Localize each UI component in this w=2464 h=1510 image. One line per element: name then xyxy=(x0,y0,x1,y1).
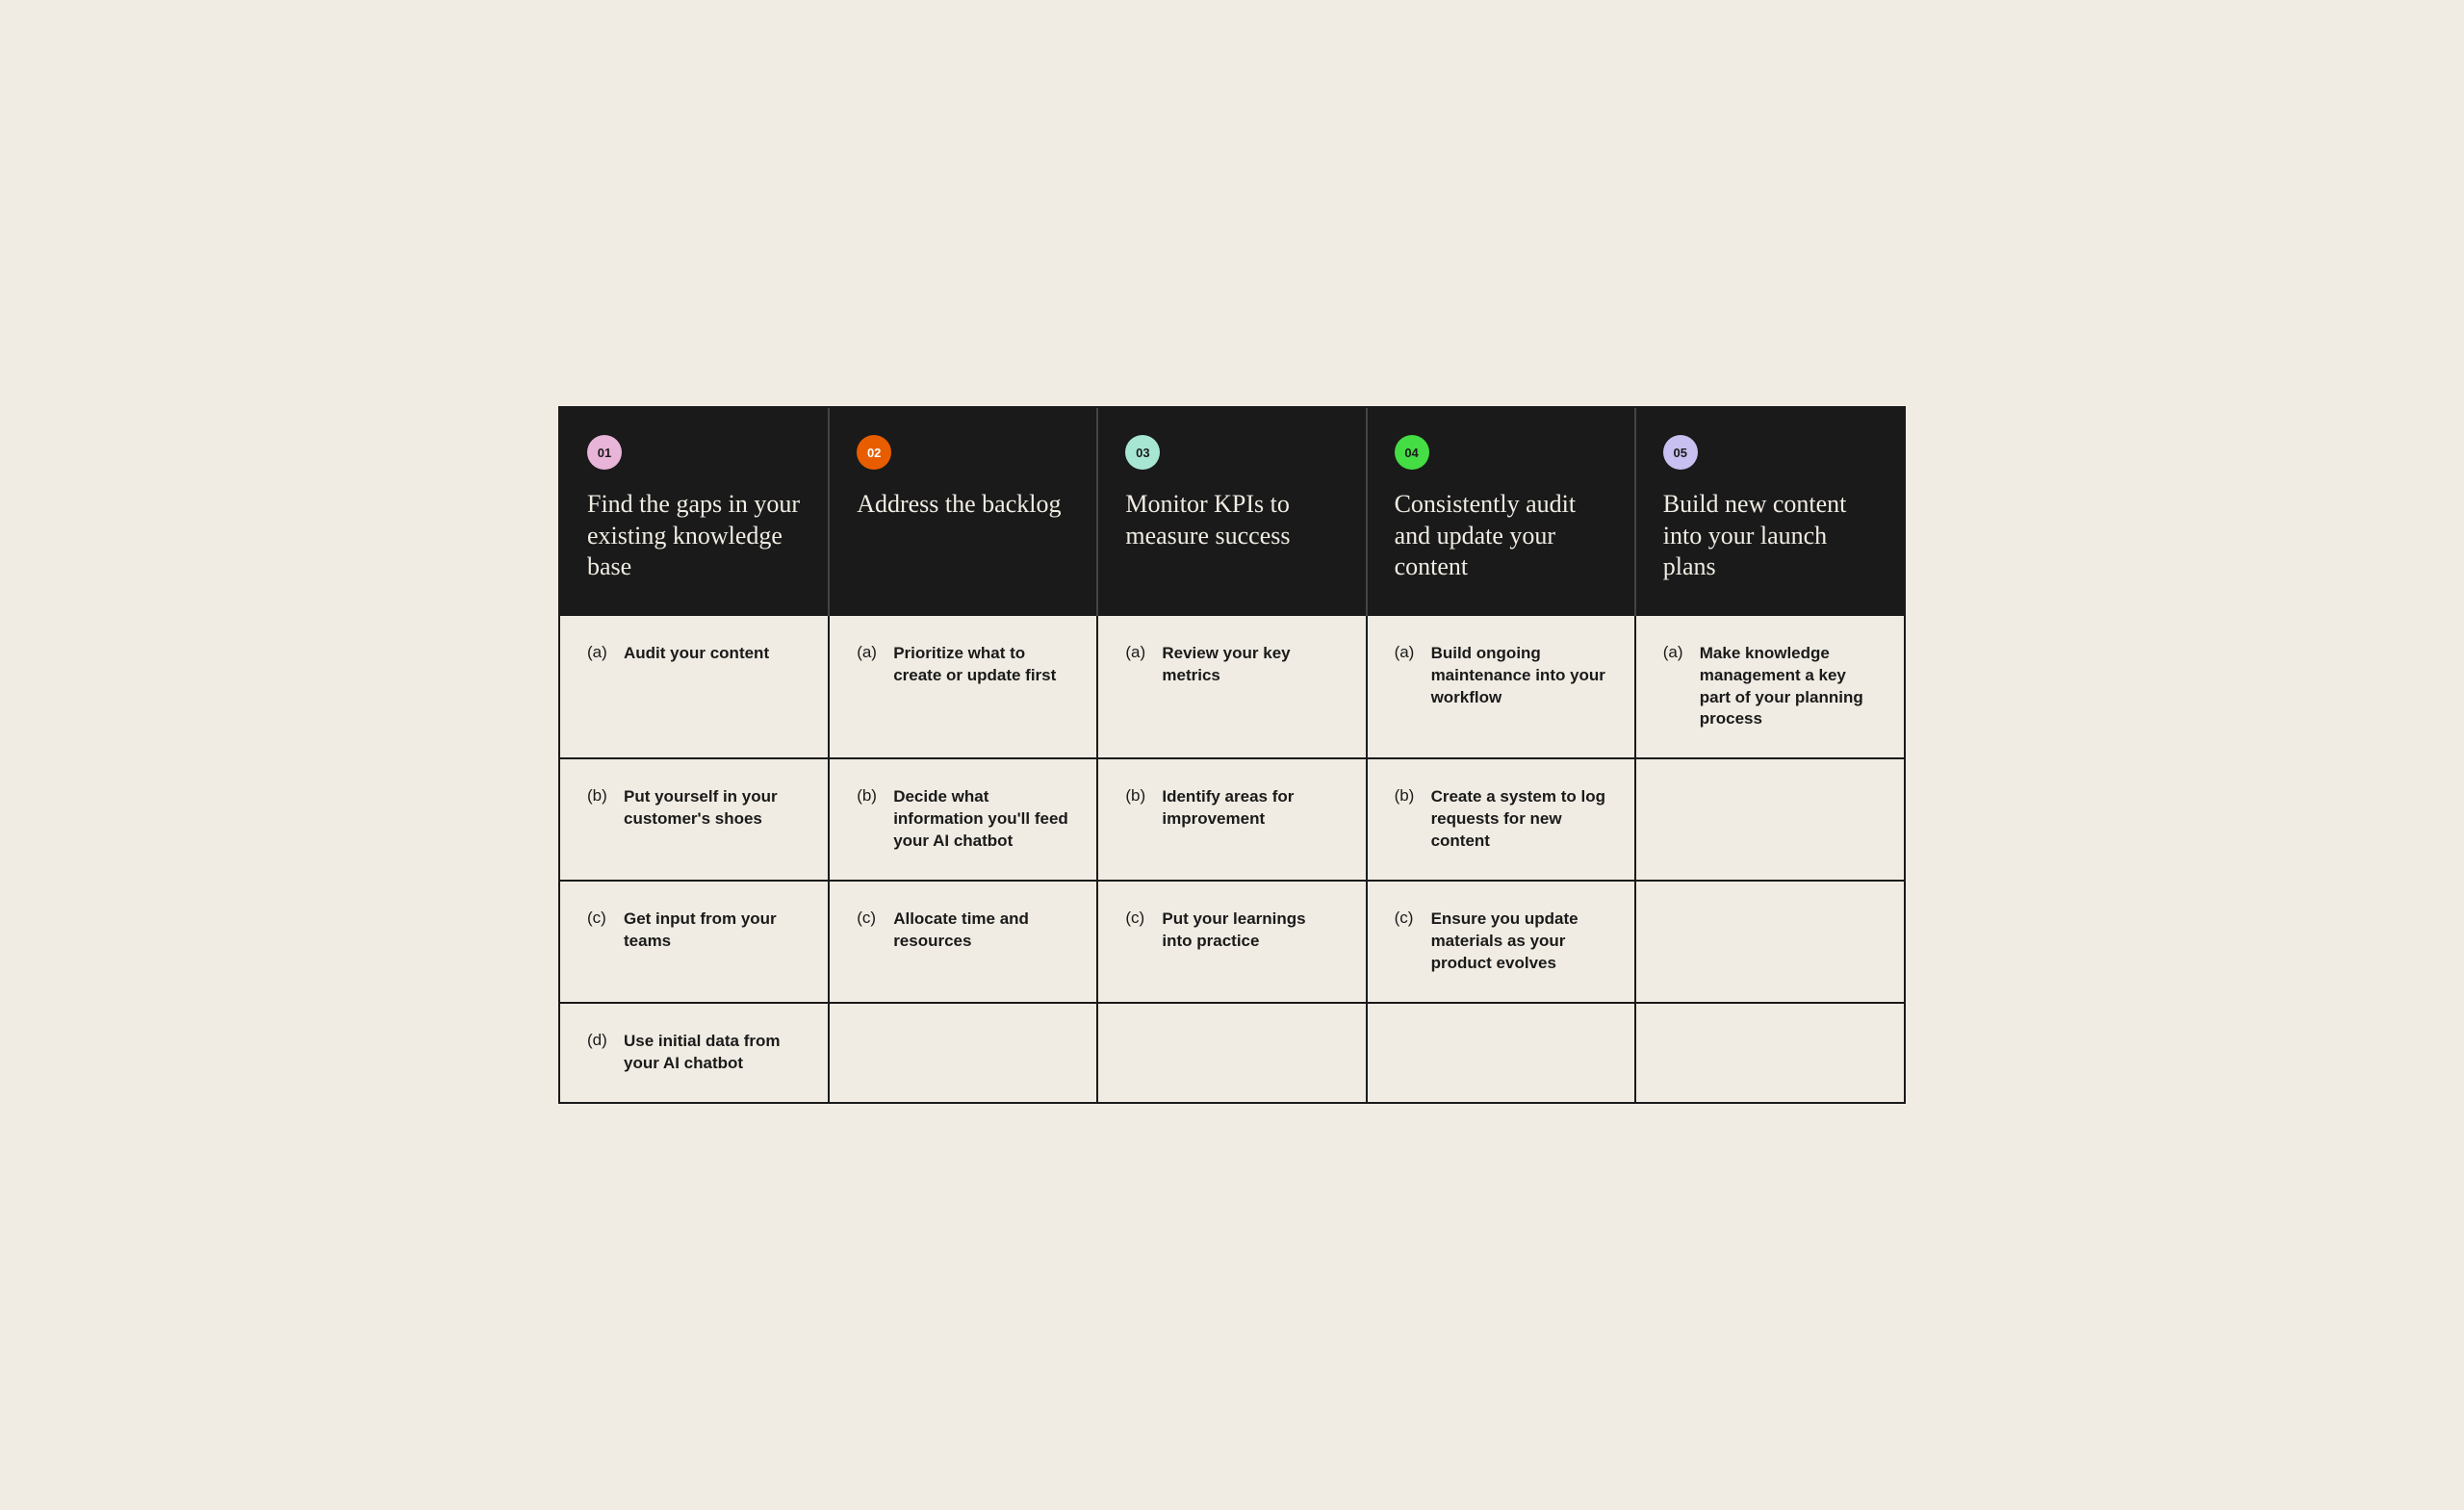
cell-label-col2-row0: (a) xyxy=(857,643,884,662)
badge-col4: 04 xyxy=(1395,435,1429,470)
cell-label-col2-row2: (c) xyxy=(857,909,884,928)
badge-col2: 02 xyxy=(857,435,891,470)
cell-text-col5-row0: Make knowledge management a key part of … xyxy=(1700,643,1877,731)
header-cell-col3: 03 Monitor KPIs to measure success xyxy=(1097,408,1366,615)
cell-text-col3-row0: Review your key metrics xyxy=(1162,643,1338,687)
cell-text-col3-row2: Put your learnings into practice xyxy=(1162,909,1338,953)
cell-label-col1-row3: (d) xyxy=(587,1031,614,1050)
cell-content-col2-row0: (a) Prioritize what to create or update f… xyxy=(857,643,1069,687)
cell-content-col4-row2: (c) Ensure you update materials as your p… xyxy=(1395,909,1607,975)
content-row-1: (b) Put yourself in your customer's shoes… xyxy=(560,758,1904,881)
header-title-col5: Build new content into your launch plans xyxy=(1663,489,1877,583)
cell-content-col1-row0: (a) Audit your content xyxy=(587,643,801,665)
cell-content-col3-row1: (b) Identify areas for improvement xyxy=(1125,786,1338,831)
cell-text-col4-row2: Ensure you update materials as your prod… xyxy=(1431,909,1607,975)
cell-label-col4-row0: (a) xyxy=(1395,643,1422,662)
header-title-col3: Monitor KPIs to measure success xyxy=(1125,489,1338,551)
cell-col2-row3 xyxy=(829,1003,1097,1102)
cell-label-col1-row2: (c) xyxy=(587,909,614,928)
cell-label-col2-row1: (b) xyxy=(857,786,884,806)
header-title-col4: Consistently audit and update your conte… xyxy=(1395,489,1607,583)
cell-label-col3-row2: (c) xyxy=(1125,909,1152,928)
cell-text-col2-row0: Prioritize what to create or update firs… xyxy=(893,643,1069,687)
cell-col3-row3 xyxy=(1097,1003,1366,1102)
cell-label-col3-row0: (a) xyxy=(1125,643,1152,662)
content-row-0: (a) Audit your content (a) Prioritize what … xyxy=(560,615,1904,759)
badge-col1: 01 xyxy=(587,435,622,470)
header-row: 01 Find the gaps in your existing knowled… xyxy=(560,408,1904,615)
cell-col2-row0: (a) Prioritize what to create or update f… xyxy=(829,615,1097,759)
cell-col4-row0: (a) Build ongoing maintenance into your w… xyxy=(1367,615,1635,759)
content-table: 01 Find the gaps in your existing knowled… xyxy=(560,408,1904,1102)
cell-col4-row1: (b) Create a system to log requests for n… xyxy=(1367,758,1635,881)
cell-label-col3-row1: (b) xyxy=(1125,786,1152,806)
cell-text-col1-row2: Get input from your teams xyxy=(624,909,801,953)
cell-text-col2-row1: Decide what information you'll feed your… xyxy=(893,786,1069,853)
cell-text-col1-row3: Use initial data from your AI chatbot xyxy=(624,1031,801,1075)
cell-col5-row0: (a) Make knowledge management a key part … xyxy=(1635,615,1904,759)
header-title-col1: Find the gaps in your existing knowledge… xyxy=(587,489,801,583)
content-row-3: (d) Use initial data from your AI chatbot xyxy=(560,1003,1904,1102)
cell-content-col4-row1: (b) Create a system to log requests for n… xyxy=(1395,786,1607,853)
cell-label-col1-row0: (a) xyxy=(587,643,614,662)
cell-col3-row0: (a) Review your key metrics xyxy=(1097,615,1366,759)
badge-col5: 05 xyxy=(1663,435,1698,470)
header-cell-col4: 04 Consistently audit and update your con… xyxy=(1367,408,1635,615)
cell-col5-row3 xyxy=(1635,1003,1904,1102)
header-cell-col2: 02 Address the backlog xyxy=(829,408,1097,615)
cell-col3-row2: (c) Put your learnings into practice xyxy=(1097,881,1366,1003)
cell-col1-row3: (d) Use initial data from your AI chatbot xyxy=(560,1003,829,1102)
cell-text-col1-row1: Put yourself in your customer's shoes xyxy=(624,786,801,831)
cell-content-col5-row0: (a) Make knowledge management a key part … xyxy=(1663,643,1877,731)
cell-text-col4-row0: Build ongoing maintenance into your work… xyxy=(1431,643,1607,709)
cell-col2-row2: (c) Allocate time and resources xyxy=(829,881,1097,1003)
cell-col1-row1: (b) Put yourself in your customer's shoes xyxy=(560,758,829,881)
cell-col3-row1: (b) Identify areas for improvement xyxy=(1097,758,1366,881)
cell-content-col1-row2: (c) Get input from your teams xyxy=(587,909,801,953)
header-cell-col5: 05 Build new content into your launch pla… xyxy=(1635,408,1904,615)
header-cell-col1: 01 Find the gaps in your existing knowled… xyxy=(560,408,829,615)
cell-text-col3-row1: Identify areas for improvement xyxy=(1162,786,1338,831)
cell-col1-row0: (a) Audit your content xyxy=(560,615,829,759)
cell-content-col1-row1: (b) Put yourself in your customer's shoes xyxy=(587,786,801,831)
cell-text-col1-row0: Audit your content xyxy=(624,643,769,665)
cell-content-col2-row2: (c) Allocate time and resources xyxy=(857,909,1069,953)
main-table-wrapper: 01 Find the gaps in your existing knowled… xyxy=(558,406,1906,1104)
header-title-col2: Address the backlog xyxy=(857,489,1069,521)
badge-col3: 03 xyxy=(1125,435,1160,470)
cell-content-col3-row2: (c) Put your learnings into practice xyxy=(1125,909,1338,953)
cell-content-col4-row0: (a) Build ongoing maintenance into your w… xyxy=(1395,643,1607,709)
cell-col2-row1: (b) Decide what information you'll feed y… xyxy=(829,758,1097,881)
cell-content-col3-row0: (a) Review your key metrics xyxy=(1125,643,1338,687)
cell-text-col2-row2: Allocate time and resources xyxy=(893,909,1069,953)
cell-content-col2-row1: (b) Decide what information you'll feed y… xyxy=(857,786,1069,853)
cell-content-col1-row3: (d) Use initial data from your AI chatbot xyxy=(587,1031,801,1075)
cell-col4-row2: (c) Ensure you update materials as your p… xyxy=(1367,881,1635,1003)
cell-label-col1-row1: (b) xyxy=(587,786,614,806)
cell-col5-row2 xyxy=(1635,881,1904,1003)
cell-col1-row2: (c) Get input from your teams xyxy=(560,881,829,1003)
cell-label-col4-row2: (c) xyxy=(1395,909,1422,928)
cell-label-col5-row0: (a) xyxy=(1663,643,1690,662)
cell-col5-row1 xyxy=(1635,758,1904,881)
cell-col4-row3 xyxy=(1367,1003,1635,1102)
cell-text-col4-row1: Create a system to log requests for new … xyxy=(1431,786,1607,853)
content-row-2: (c) Get input from your teams (c) Allocate … xyxy=(560,881,1904,1003)
cell-label-col4-row1: (b) xyxy=(1395,786,1422,806)
